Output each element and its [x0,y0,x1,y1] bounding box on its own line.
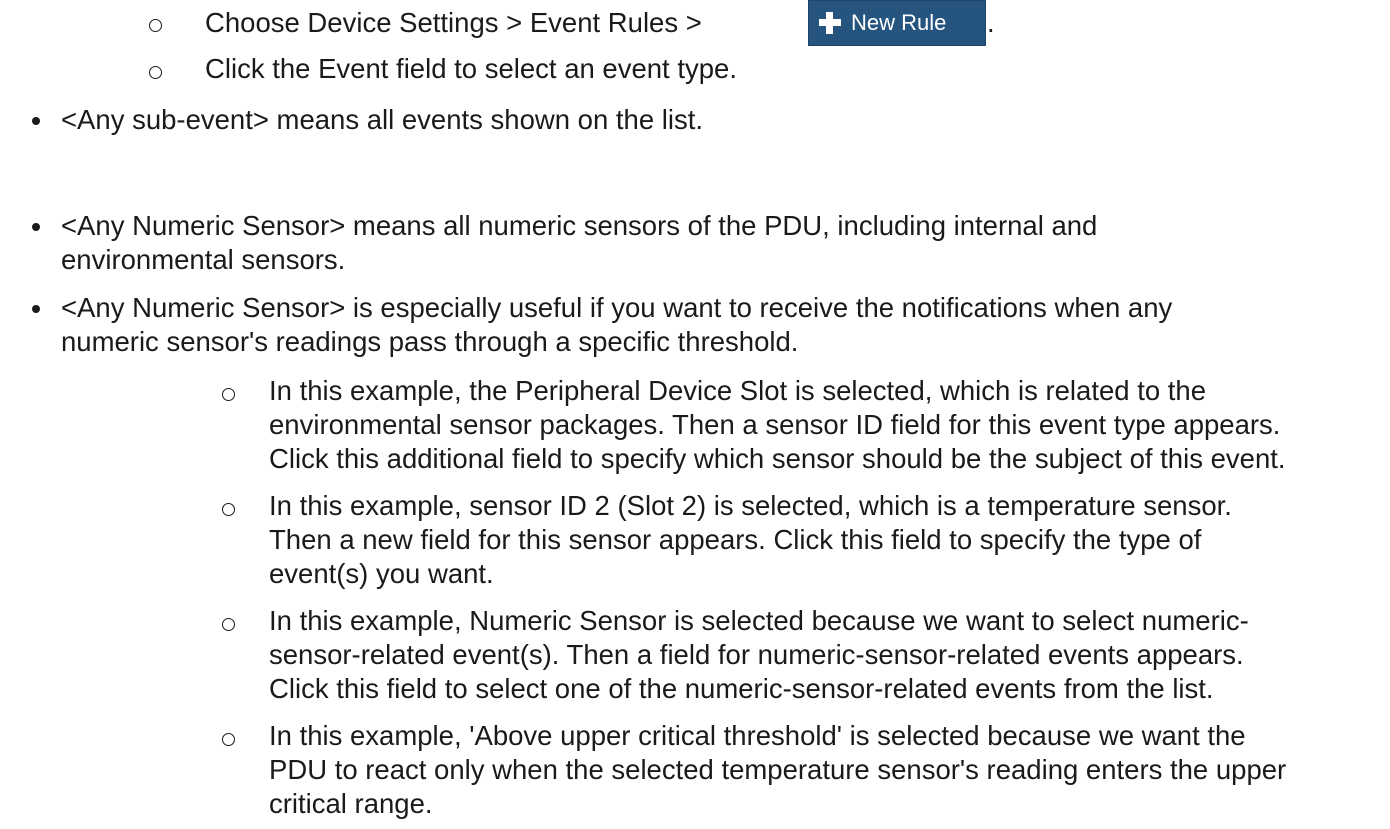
example-1c: Click this additional field to specify w… [269,443,1286,474]
bullet-marker [32,223,40,231]
bullet-any-numeric-2b: numeric sensor's readings pass through a… [61,326,799,357]
example-4b: PDU to react only when the selected temp… [269,754,1287,785]
bullet-marker [32,305,40,313]
plus-icon [819,12,841,34]
bullet-any-sub-event: <Any sub-event> means all events shown o… [61,104,704,135]
sub-bullet-marker [222,618,235,631]
example-4a: In this example, 'Above upper critical t… [269,720,1246,751]
example-2a: In this example, sensor ID 2 (Slot 2) is… [269,490,1232,521]
example-3a: In this example, Numeric Sensor is selec… [269,605,1249,636]
example-4c: critical range. [269,788,433,819]
example-3b: sensor-related event(s). Then a field fo… [269,639,1244,670]
new-rule-label: New Rule [851,10,947,35]
example-2b: Then a new field for this sensor appears… [269,524,1202,555]
step-choose-settings: Choose Device Settings > Event Rules > [205,7,702,38]
sub-bullet-marker [149,66,162,79]
step-click-event: Click the Event field to select an event… [205,53,737,84]
new-rule-button[interactable]: New Rule [808,0,986,46]
sub-bullet-marker [222,503,235,516]
example-2c: event(s) you want. [269,558,494,589]
bullet-marker [32,117,40,125]
step-period: . [987,7,995,38]
sub-bullet-marker [222,388,235,401]
bullet-any-numeric-2a: <Any Numeric Sensor> is especially usefu… [61,292,1173,323]
sub-bullet-marker [222,733,235,746]
bullet-any-numeric-1a: <Any Numeric Sensor> means all numeric s… [61,210,1098,241]
sub-bullet-marker [149,19,162,32]
example-3c: Click this field to select one of the nu… [269,673,1214,704]
bullet-any-numeric-1b: environmental sensors. [61,244,346,275]
example-1a: In this example, the Peripheral Device S… [269,375,1207,406]
example-1b: environmental sensor packages. Then a se… [269,409,1281,440]
